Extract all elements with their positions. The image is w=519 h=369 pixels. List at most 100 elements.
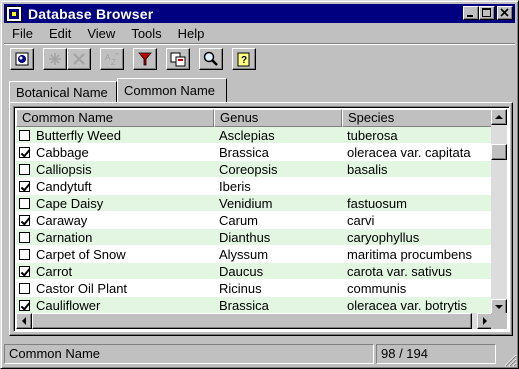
cell-species: tuberosa xyxy=(347,127,398,143)
table-row[interactable]: Butterfly Weed Asclepias tuberosa xyxy=(16,127,493,144)
table-row[interactable]: Cabbage Brassica oleracea var. capitata xyxy=(16,144,493,161)
cell-genus: Alyssum xyxy=(219,246,269,262)
grid-rows: Butterfly Weed Asclepias tuberosa Cabbage Br… xyxy=(16,127,493,314)
horizontal-scrollbar[interactable] xyxy=(16,313,493,329)
app-window: Database Browser File Edit View Tools He… xyxy=(0,0,519,369)
cell-species: communis xyxy=(347,280,407,296)
table-row[interactable]: Carpet of Snow Alyssum maritima procumbens xyxy=(16,246,493,263)
cell-species: oleracea var. capitata xyxy=(347,144,471,160)
close-button[interactable] xyxy=(497,6,513,20)
row-checkbox[interactable] xyxy=(19,129,30,141)
cell-genus: Brassica xyxy=(219,297,269,313)
open-database-button[interactable] xyxy=(10,47,34,70)
find-icon xyxy=(203,51,218,66)
table-row[interactable]: Castor Oil Plant Ricinus communis xyxy=(16,280,493,297)
sort-button[interactable]: A Z xyxy=(100,47,124,70)
copy-button[interactable] xyxy=(166,47,190,70)
svg-text:Z: Z xyxy=(111,58,116,67)
row-checkbox[interactable] xyxy=(19,231,30,243)
vertical-scrollbar[interactable] xyxy=(491,109,507,315)
row-checkbox[interactable] xyxy=(19,214,30,226)
records-grid: Common Name Genus Species Butterfly Weed… xyxy=(13,106,510,332)
cell-common-name: Castor Oil Plant xyxy=(16,280,214,297)
tab-panel: Common Name Genus Species Butterfly Weed… xyxy=(9,102,513,336)
maximize-button[interactable] xyxy=(479,6,495,20)
menu-file[interactable]: File xyxy=(4,26,41,41)
row-checkbox[interactable] xyxy=(19,197,30,209)
title-bar[interactable]: Database Browser xyxy=(4,4,515,23)
maximize-icon xyxy=(482,8,491,17)
common-name-text: Carnation xyxy=(36,229,93,245)
row-checkbox[interactable] xyxy=(19,180,30,192)
table-row[interactable]: Caraway Carum carvi xyxy=(16,212,493,229)
new-record-button[interactable] xyxy=(43,47,67,70)
scrollbar-corner xyxy=(491,313,507,329)
table-row[interactable]: Calliopsis Coreopsis basalis xyxy=(16,161,493,178)
menu-tools[interactable]: Tools xyxy=(123,26,169,41)
cell-genus: Iberis xyxy=(219,178,251,194)
arrow-down-icon xyxy=(495,305,503,309)
horizontal-scroll-thumb[interactable] xyxy=(32,313,472,329)
row-checkbox[interactable] xyxy=(19,282,30,294)
tab-botanical-name[interactable]: Botanical Name xyxy=(9,81,117,103)
table-row[interactable]: Carnation Dianthus caryophyllus xyxy=(16,229,493,246)
window-title: Database Browser xyxy=(28,5,154,22)
help-button[interactable]: ? xyxy=(232,47,256,70)
cell-genus: Venidium xyxy=(219,195,273,211)
column-header-species[interactable]: Species xyxy=(342,109,493,127)
filter-button[interactable] xyxy=(133,47,157,70)
cell-genus: Coreopsis xyxy=(219,161,278,177)
column-header-genus[interactable]: Genus xyxy=(214,109,342,127)
cell-genus: Dianthus xyxy=(219,229,271,245)
row-checkbox[interactable] xyxy=(19,265,30,277)
scroll-left-button[interactable] xyxy=(16,313,32,329)
cell-genus: Asclepias xyxy=(219,127,275,143)
column-header-common-name[interactable]: Common Name xyxy=(16,109,214,127)
common-name-text: Carrot xyxy=(36,263,73,279)
table-row[interactable]: Cauliflower Brassica oleracea var. botryti… xyxy=(16,297,493,314)
vertical-scroll-thumb[interactable] xyxy=(491,144,507,160)
cell-species: carota var. sativus xyxy=(347,263,452,279)
menu-bar: File Edit View Tools Help xyxy=(4,24,212,42)
row-checkbox[interactable] xyxy=(19,163,30,175)
table-row[interactable]: Cape Daisy Venidium fastuosum xyxy=(16,195,493,212)
common-name-text: Caraway xyxy=(36,212,88,228)
arrow-up-icon xyxy=(495,115,503,119)
row-checkbox[interactable] xyxy=(19,248,30,260)
table-row[interactable]: Carrot Daucus carota var. sativus xyxy=(16,263,493,280)
common-name-text: Candytuft xyxy=(36,178,92,194)
toolbar: A Z ? xyxy=(4,43,515,73)
sort-icon: A Z xyxy=(105,53,119,67)
svg-text:?: ? xyxy=(241,55,247,66)
cell-species: caryophyllus xyxy=(347,229,420,245)
common-name-text: Butterfly Weed xyxy=(36,127,122,143)
cell-common-name: Caraway xyxy=(16,212,214,229)
arrow-left-icon xyxy=(22,317,26,325)
cell-common-name: Carpet of Snow xyxy=(16,246,214,263)
cell-common-name: Cape Daisy xyxy=(16,195,214,212)
app-icon[interactable] xyxy=(6,5,22,22)
cell-common-name: Carnation xyxy=(16,229,214,246)
menu-view[interactable]: View xyxy=(79,26,123,41)
delete-record-button[interactable] xyxy=(67,47,91,70)
menu-edit[interactable]: Edit xyxy=(41,26,79,41)
common-name-text: Cabbage xyxy=(36,144,89,160)
common-name-text: Carpet of Snow xyxy=(36,246,126,262)
copy-icon xyxy=(170,52,186,66)
cell-common-name: Carrot xyxy=(16,263,214,280)
cell-genus: Daucus xyxy=(219,263,264,279)
scroll-up-button[interactable] xyxy=(491,109,507,125)
resize-grip-icon[interactable] xyxy=(503,353,517,367)
row-checkbox[interactable] xyxy=(19,299,30,311)
menu-help[interactable]: Help xyxy=(170,26,213,41)
tab-common-name[interactable]: Common Name xyxy=(117,78,227,103)
table-row[interactable]: Candytuft Iberis xyxy=(16,178,493,195)
common-name-text: Cauliflower xyxy=(36,297,101,313)
find-button[interactable] xyxy=(199,47,223,70)
row-checkbox[interactable] xyxy=(19,146,30,158)
status-record-position: 98 / 194 xyxy=(376,344,496,364)
cell-genus: Brassica xyxy=(219,144,269,160)
common-name-text: Calliopsis xyxy=(36,161,92,177)
cell-genus: Ricinus xyxy=(219,280,262,296)
minimize-button[interactable] xyxy=(463,6,479,20)
